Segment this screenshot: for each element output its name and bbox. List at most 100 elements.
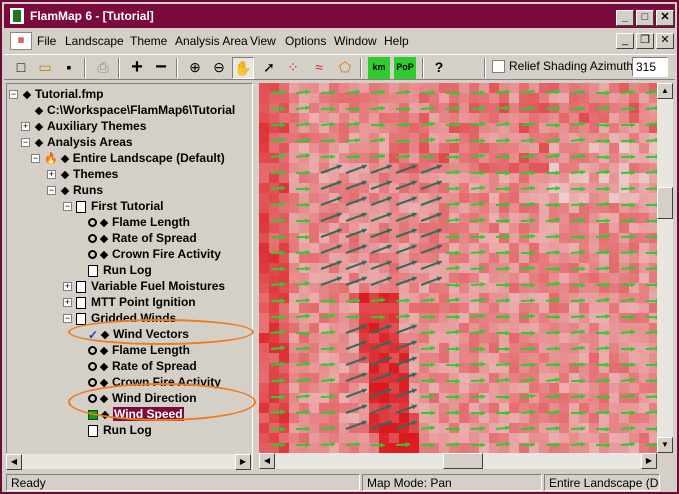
- tree-item[interactable]: + Auxiliary Themes: [21, 118, 146, 134]
- azimuth-input[interactable]: 315: [632, 57, 668, 77]
- horizontal-scroll-thumb[interactable]: [443, 453, 483, 469]
- terrain-cell: [359, 123, 369, 133]
- new-file-icon[interactable]: □: [10, 57, 32, 79]
- collapse-icon[interactable]: −: [63, 202, 72, 212]
- terrain-cell: [299, 173, 309, 183]
- polygon-icon[interactable]: ⬠: [334, 57, 356, 79]
- terrain-cell: [509, 293, 519, 303]
- scroll-right-icon[interactable]: ▶: [641, 453, 657, 469]
- terrain-cell: [509, 143, 519, 153]
- terrain-cell: [539, 403, 549, 413]
- terrain-cell: [269, 93, 279, 103]
- terrain-cell: [299, 253, 309, 263]
- save-icon[interactable]: ▪: [58, 57, 80, 79]
- terrain-cell: [489, 143, 499, 153]
- terrain-cell: [419, 143, 429, 153]
- minimize-button[interactable]: _: [616, 10, 634, 26]
- collapse-icon[interactable]: −: [31, 154, 40, 164]
- app-logo-icon: [10, 8, 24, 24]
- zoom-in-icon[interactable]: ⊕: [184, 57, 206, 79]
- expand-icon[interactable]: +: [63, 298, 72, 308]
- collapse-icon[interactable]: −: [63, 314, 72, 324]
- menu-view[interactable]: View: [250, 34, 276, 48]
- terrain-cell: [259, 283, 269, 293]
- tree-item[interactable]: Rate of Spread: [75, 230, 197, 246]
- tree-item[interactable]: C:\Workspace\FlamMap6\Tutorial: [21, 102, 235, 118]
- map-vertical-scrollbar[interactable]: ▲ ▼: [657, 83, 673, 453]
- tree-item[interactable]: + Themes: [47, 166, 118, 182]
- map-horizontal-scrollbar[interactable]: ◀ ▶: [259, 453, 657, 469]
- help-icon[interactable]: ?: [428, 57, 450, 79]
- pop-icon[interactable]: PoP: [394, 57, 416, 79]
- hand-icon[interactable]: ✋: [232, 57, 254, 79]
- terrain-cell: [639, 233, 649, 243]
- tree-item[interactable]: − Runs: [47, 182, 103, 198]
- pointer-icon[interactable]: ➚: [258, 57, 280, 79]
- lines-icon[interactable]: ≈: [308, 57, 330, 79]
- expand-icon[interactable]: +: [47, 170, 56, 180]
- tree-item[interactable]: − Tutorial.fmp: [9, 86, 103, 102]
- terrain-cell: [469, 343, 479, 353]
- terrain-cell: [409, 93, 419, 103]
- menu-file[interactable]: File: [37, 34, 56, 48]
- terrain-cell: [569, 303, 579, 313]
- terrain-cell: [269, 303, 279, 313]
- vertical-scroll-thumb[interactable]: [657, 187, 673, 219]
- printer-icon[interactable]: ⎙: [92, 57, 114, 79]
- terrain-cell: [429, 353, 439, 363]
- tree-item[interactable]: Run Log: [75, 262, 152, 278]
- title-bar[interactable]: FlamMap 6 - [Tutorial] _ □ ✕: [4, 4, 675, 28]
- menu-help[interactable]: Help: [384, 34, 409, 48]
- terrain-cell: [529, 313, 539, 323]
- mdi-minimize-button[interactable]: _: [616, 33, 634, 49]
- tree-item[interactable]: Run Log: [75, 422, 152, 438]
- wind-vector-map[interactable]: [259, 83, 659, 453]
- map-view[interactable]: [259, 83, 659, 453]
- terrain-cell: [309, 163, 319, 173]
- tree-item[interactable]: − Analysis Areas: [21, 134, 133, 150]
- tree-item[interactable]: Flame Length: [75, 214, 190, 230]
- collapse-icon[interactable]: −: [47, 186, 56, 196]
- menu-landscape[interactable]: Landscape: [65, 34, 124, 48]
- relief-checkbox[interactable]: [492, 60, 505, 74]
- scroll-left-icon[interactable]: ◀: [259, 453, 275, 469]
- scroll-left-icon[interactable]: ◀: [6, 454, 22, 470]
- folder-icon[interactable]: ▭: [34, 57, 56, 79]
- menu-window[interactable]: Window: [334, 34, 377, 48]
- menu-theme[interactable]: Theme: [130, 34, 167, 48]
- scroll-up-icon[interactable]: ▲: [657, 83, 673, 99]
- expand-icon[interactable]: +: [21, 122, 30, 132]
- points-icon[interactable]: ⁘: [282, 57, 304, 79]
- tree-item[interactable]: + Variable Fuel Moistures: [63, 278, 225, 294]
- tree-horizontal-scrollbar[interactable]: ◀ ▶: [6, 453, 251, 470]
- km-icon[interactable]: km: [368, 57, 390, 79]
- zoom-out-icon[interactable]: ⊖: [208, 57, 230, 79]
- tree-item[interactable]: Rate of Spread: [75, 358, 197, 374]
- terrain-cell: [509, 103, 519, 113]
- plus-icon[interactable]: +: [126, 57, 148, 79]
- collapse-icon[interactable]: −: [9, 90, 18, 100]
- collapse-icon[interactable]: −: [21, 138, 30, 148]
- document-icon: [76, 200, 86, 213]
- terrain-cell: [459, 333, 469, 343]
- expand-icon[interactable]: +: [63, 282, 72, 292]
- maximize-button[interactable]: □: [636, 10, 654, 26]
- close-button[interactable]: ✕: [656, 10, 674, 26]
- document-icon[interactable]: ▦: [10, 32, 32, 50]
- terrain-cell: [579, 213, 589, 223]
- tree-item[interactable]: + MTT Point Ignition: [63, 294, 196, 310]
- terrain-cell: [489, 403, 499, 413]
- relief-shading-toggle[interactable]: Relief Shading Azimuth:: [492, 59, 636, 74]
- minus-icon[interactable]: −: [150, 57, 172, 79]
- mdi-close-button[interactable]: ✕: [656, 33, 674, 49]
- tree-item[interactable]: − 🔥 Entire Landscape (Default): [31, 150, 225, 166]
- tree-item[interactable]: Crown Fire Activity: [75, 246, 221, 262]
- scroll-right-icon[interactable]: ▶: [235, 454, 251, 470]
- terrain-cell: [609, 333, 619, 343]
- menu-analysis-area[interactable]: Analysis Area: [175, 34, 248, 48]
- scroll-down-icon[interactable]: ▼: [657, 437, 673, 453]
- terrain-cell: [399, 143, 409, 153]
- tree-item[interactable]: − First Tutorial: [63, 198, 163, 214]
- menu-options[interactable]: Options: [285, 34, 326, 48]
- mdi-restore-button[interactable]: ❐: [636, 33, 654, 49]
